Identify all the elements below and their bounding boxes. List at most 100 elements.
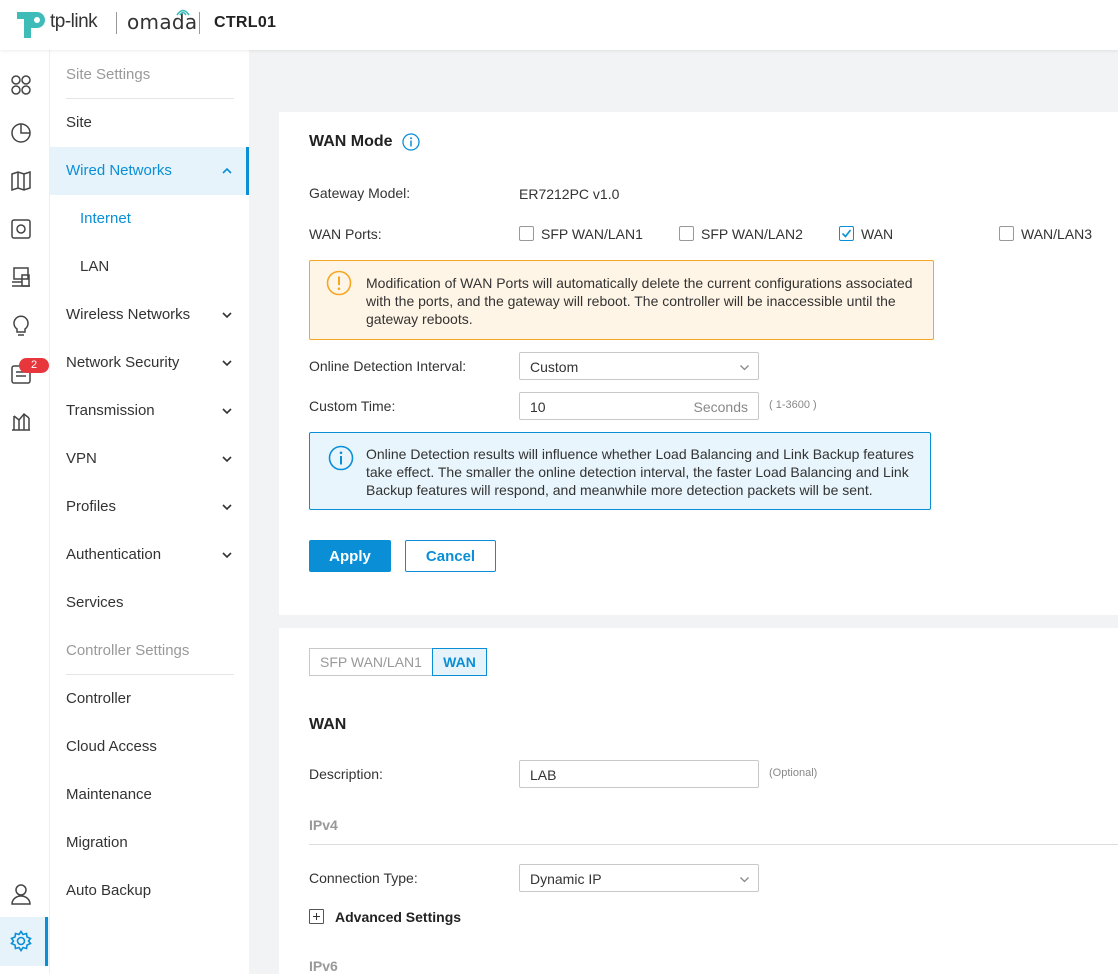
nav-item-label: Network Security — [66, 354, 180, 371]
site-selector[interactable]: CTRL01 — [214, 14, 276, 32]
site-settings-heading: Site Settings — [66, 66, 151, 83]
tab-wan[interactable]: WAN — [432, 648, 487, 676]
nav-item-label: Cloud Access — [66, 738, 157, 755]
devices-icon[interactable] — [10, 218, 32, 240]
reports-icon[interactable] — [10, 410, 32, 432]
chevron-down-icon — [740, 365, 749, 371]
port-checkbox-wan[interactable] — [839, 226, 854, 241]
nav-item-label: Maintenance — [66, 786, 152, 803]
chevron-down-icon — [222, 312, 232, 319]
nav-item-authentication[interactable]: Authentication — [50, 531, 249, 579]
nav-item-label: Site — [66, 114, 92, 131]
description-label: Description: — [309, 766, 383, 782]
header-divider — [199, 12, 200, 34]
nav-item-services[interactable]: Services — [50, 579, 249, 627]
nav-item-lan[interactable]: LAN — [50, 243, 249, 291]
dashboard-icon[interactable] — [10, 74, 32, 96]
map-icon[interactable] — [10, 170, 32, 192]
nav-item-label: Internet — [80, 210, 131, 227]
advanced-settings-toggle[interactable]: Advanced Settings — [335, 909, 461, 925]
checkmark-icon — [841, 229, 852, 238]
chevron-down-icon — [222, 456, 232, 463]
nav-item-label: Wireless Networks — [66, 306, 191, 323]
nav-item-maintenance[interactable]: Maintenance — [50, 771, 249, 819]
nav-item-label: Auto Backup — [66, 882, 152, 899]
online-detection-info: Online Detection results will influence … — [309, 432, 931, 510]
interval-select[interactable]: Custom — [519, 352, 759, 380]
nav-item-profiles[interactable]: Profiles — [50, 483, 249, 531]
input-unit: Seconds — [693, 399, 748, 415]
nav-item-label: Services — [66, 594, 124, 611]
select-value: Custom — [530, 359, 579, 375]
chevron-down-icon — [222, 552, 232, 559]
clients-icon[interactable] — [10, 266, 32, 288]
nav-item-controller[interactable]: Controller — [50, 675, 249, 723]
nav-item-label: Migration — [66, 834, 128, 851]
port-checkbox-wan-lan3[interactable] — [999, 226, 1014, 241]
nav-item-label: Wired Networks — [66, 162, 172, 179]
account-icon[interactable] — [10, 883, 32, 905]
apply-button[interactable]: Apply — [309, 540, 391, 572]
description-hint: (Optional) — [769, 767, 818, 779]
statistics-icon[interactable] — [10, 122, 32, 144]
info-icon[interactable] — [402, 133, 420, 151]
warning-text: Modification of WAN Ports will automatic… — [366, 275, 913, 327]
section-divider — [309, 844, 1118, 845]
description-input[interactable]: LAB — [519, 760, 759, 788]
nav-item-transmission[interactable]: Transmission — [50, 387, 249, 435]
wan-mode-title: WAN Mode — [309, 133, 393, 150]
warning-icon — [326, 270, 352, 296]
nav-item-label: VPN — [66, 450, 97, 467]
nav-item-wireless-networks[interactable]: Wireless Networks — [50, 291, 249, 339]
port-checkbox-sfp-wan-lan1[interactable] — [519, 226, 534, 241]
controller-settings-heading: Controller Settings — [66, 642, 190, 659]
nav-item-network-security[interactable]: Network Security — [50, 339, 249, 387]
ipv4-title: IPv4 — [309, 817, 338, 833]
log-badge: 2 — [19, 358, 49, 373]
insight-icon[interactable] — [10, 314, 32, 336]
nav-item-internet[interactable]: Internet — [50, 195, 249, 243]
nav-item-label: Controller — [66, 690, 132, 707]
settings-rail-indicator — [45, 917, 48, 966]
connection-type-label: Connection Type: — [309, 870, 418, 886]
header-divider — [116, 12, 117, 34]
gateway-model-label: Gateway Model: — [309, 185, 411, 201]
interval-label: Online Detection Interval: — [309, 358, 467, 374]
port-checkbox-sfp-wan-lan2[interactable] — [679, 226, 694, 241]
port-label: SFP WAN/LAN2 — [701, 226, 803, 242]
select-value: Dynamic IP — [530, 871, 602, 887]
custom-time-label: Custom Time: — [309, 398, 396, 414]
chevron-down-icon — [222, 360, 232, 367]
nav-item-cloud-access[interactable]: Cloud Access — [50, 723, 249, 771]
icon-rail: 2 — [0, 50, 49, 974]
chevron-down-icon — [740, 877, 749, 883]
connection-type-select[interactable]: Dynamic IP — [519, 864, 759, 892]
custom-time-input[interactable]: 10 Seconds — [519, 392, 759, 420]
nav-item-label: Profiles — [66, 498, 117, 515]
input-value: 10 — [530, 399, 546, 415]
nav-item-wired-networks[interactable]: Wired Networks — [50, 147, 249, 195]
omada-wifi-icon — [176, 9, 190, 16]
nav-item-site[interactable]: Site — [50, 99, 249, 147]
expand-plus-icon[interactable] — [309, 909, 324, 924]
tab-sfp-wan-lan1[interactable]: SFP WAN/LAN1 — [309, 648, 433, 676]
nav-item-migration[interactable]: Migration — [50, 819, 249, 867]
nav-item-auto-backup[interactable]: Auto Backup — [50, 867, 249, 915]
settings-nav: Site Settings Site Wired Networks Intern… — [49, 50, 249, 974]
settings-icon[interactable] — [10, 930, 32, 952]
nav-item-label: Authentication — [66, 546, 162, 563]
input-value: LAB — [530, 767, 557, 783]
port-label: WAN — [861, 226, 894, 242]
brand-name: tp-link — [50, 11, 98, 32]
wan-config-card: SFP WAN/LAN1 WAN WAN Description: LAB (O… — [279, 628, 1118, 974]
nav-item-vpn[interactable]: VPN — [50, 435, 249, 483]
port-label: SFP WAN/LAN1 — [541, 226, 643, 242]
cancel-button[interactable]: Cancel — [405, 540, 496, 572]
nav-item-label: LAN — [80, 258, 110, 275]
info-icon — [328, 445, 354, 471]
wan-title: WAN — [309, 716, 347, 733]
info-text: Online Detection results will influence … — [366, 446, 914, 498]
wan-mode-card: WAN Mode Gateway Model: ER7212PC v1.0 WA… — [279, 112, 1118, 615]
wan-ports-label: WAN Ports: — [309, 226, 382, 242]
wan-ports-warning: Modification of WAN Ports will automatic… — [309, 260, 934, 340]
